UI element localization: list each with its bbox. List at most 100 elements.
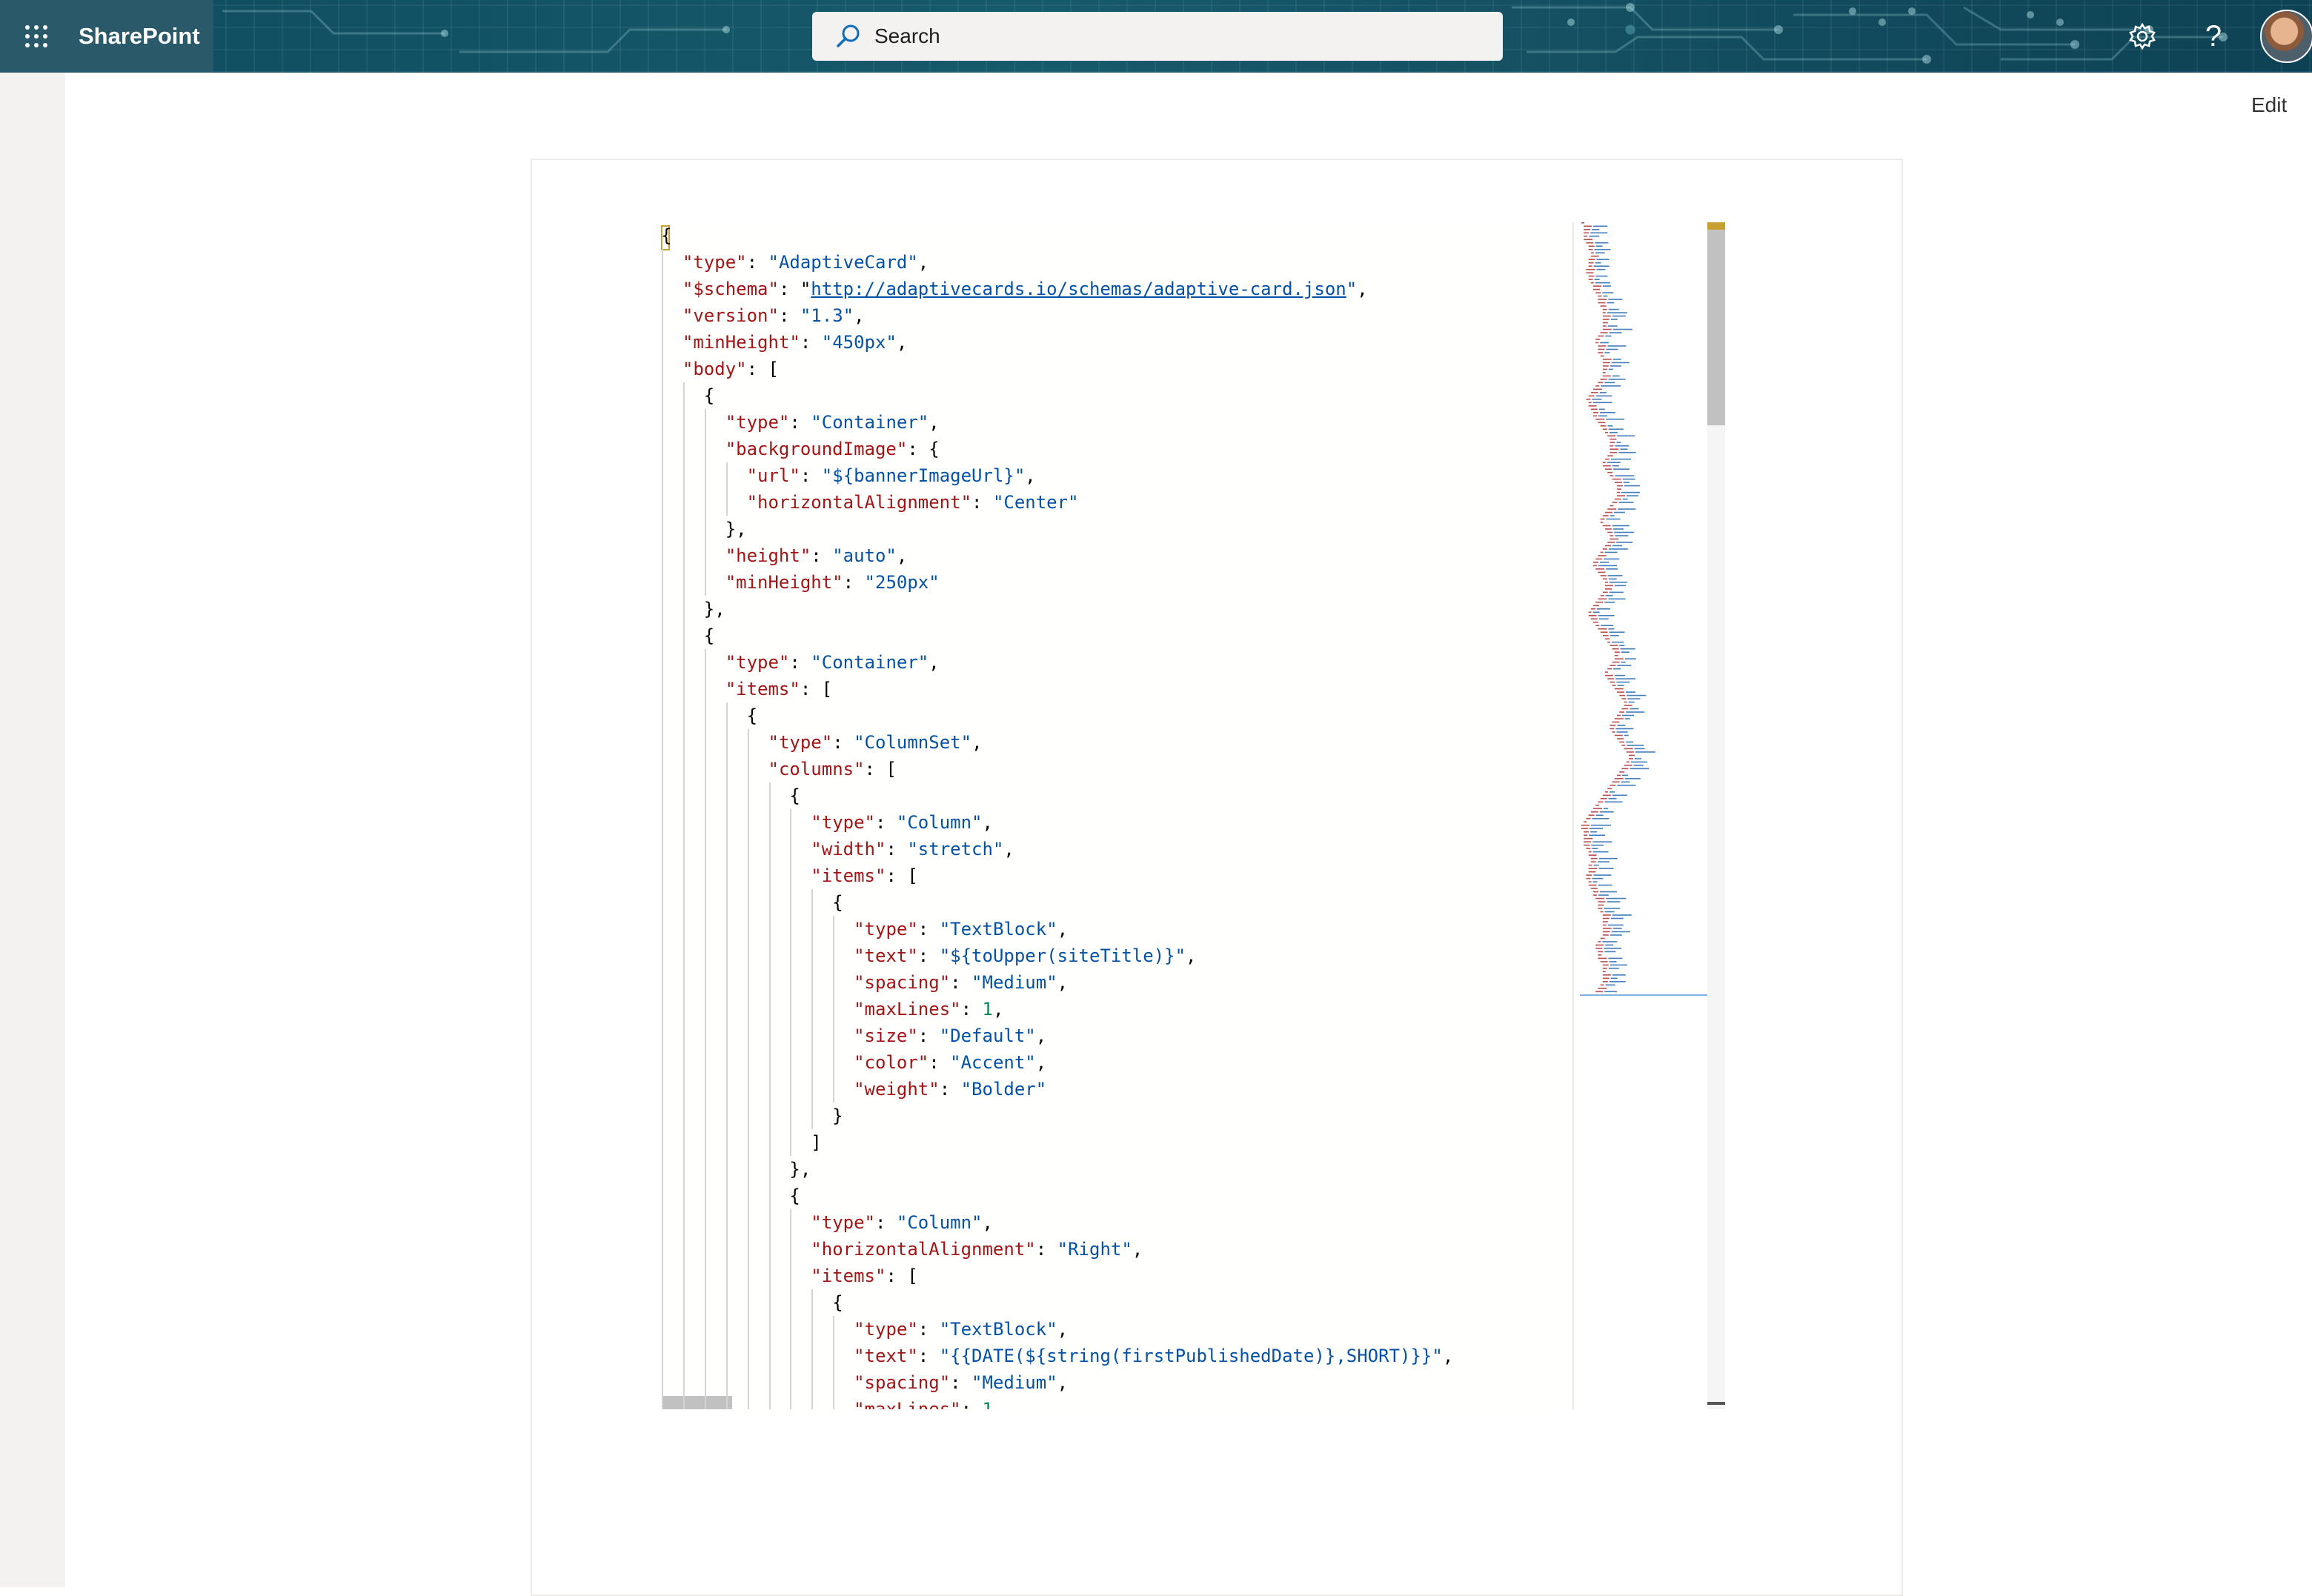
code-line[interactable]: "backgroundImage": { [725, 436, 940, 462]
json-value: "TextBlock" [939, 919, 1057, 940]
code-line[interactable]: }, [789, 1156, 811, 1183]
code-line[interactable]: "minHeight": "450px", [682, 329, 907, 356]
code-line[interactable]: "text": "${toUpper(siteTitle)}", [854, 942, 1196, 969]
code-line[interactable]: "version": "1.3", [682, 302, 865, 329]
json-key: "width" [811, 839, 886, 859]
code-line[interactable]: "type": "Container", [725, 409, 940, 436]
json-punctuation: : [811, 545, 833, 566]
search-input[interactable]: Search [874, 24, 940, 48]
code-line[interactable]: "type": "Column", [811, 1209, 993, 1236]
user-avatar[interactable] [2260, 10, 2312, 63]
json-key: "url" [746, 465, 800, 486]
json-punctuation: : [800, 332, 822, 353]
json-key: "backgroundImage" [725, 439, 908, 459]
json-punctuation: : [950, 972, 972, 993]
code-line[interactable]: { [704, 382, 714, 409]
code-line[interactable]: "weight": "Bolder" [854, 1076, 1046, 1103]
json-key: "spacing" [854, 972, 951, 993]
code-line[interactable]: { [747, 702, 757, 729]
code-line[interactable]: "maxLines": 1, [854, 1396, 1003, 1409]
code-line[interactable]: "maxLines": 1, [854, 996, 1003, 1023]
code-line[interactable]: "type": "Column", [811, 809, 993, 836]
json-punctuation: , [929, 412, 940, 433]
code-line[interactable]: "minHeight": "250px" [725, 569, 940, 596]
schema-link[interactable]: http://adaptivecards.io/schemas/adaptive… [811, 279, 1346, 299]
settings-button[interactable] [2109, 0, 2176, 73]
code-line[interactable]: { [789, 1183, 800, 1209]
code-line[interactable]: "$schema": "http://adaptivecards.io/sche… [682, 276, 1368, 302]
json-key: "size" [854, 1025, 918, 1046]
code-line[interactable]: }, [704, 596, 725, 622]
json-value: "Container" [811, 412, 929, 433]
json-punctuation: : [929, 1052, 951, 1073]
code-line[interactable]: { [661, 222, 671, 249]
horizontal-scrollbar-thumb[interactable] [662, 1396, 732, 1409]
json-punctuation: , [1035, 1052, 1047, 1073]
code-line[interactable]: { [832, 1289, 843, 1316]
json-key: "type" [682, 252, 747, 273]
json-key: "items" [811, 865, 886, 886]
code-line[interactable]: "text": "{{DATE(${string(firstPublishedD… [854, 1343, 1453, 1369]
code-line[interactable]: "type": "ColumnSet", [768, 729, 983, 756]
indent-guide [747, 729, 749, 1409]
json-key: "type" [854, 1319, 918, 1340]
json-value: "${toUpper(siteTitle)}" [939, 945, 1186, 966]
code-line[interactable]: "horizontalAlignment": "Right", [811, 1236, 1143, 1263]
indent-guide [790, 809, 792, 1156]
json-key: "items" [811, 1266, 886, 1286]
json-punctuation: : [1035, 1239, 1057, 1260]
left-app-bar [0, 73, 65, 1587]
search-box[interactable]: Search [812, 12, 1503, 61]
json-value: "1.3" [800, 305, 854, 326]
json-key: "type" [811, 812, 875, 833]
code-line[interactable]: "body": [ [682, 356, 779, 382]
edit-button[interactable]: Edit [2251, 93, 2287, 117]
json-value: "450px" [821, 332, 897, 353]
code-line[interactable]: "size": "Default", [854, 1023, 1046, 1049]
code-line[interactable]: "items": [ [811, 1263, 918, 1289]
code-line[interactable]: "items": [ [811, 862, 918, 889]
indent-guide [682, 382, 685, 1409]
vertical-scrollbar-thumb[interactable] [1707, 222, 1725, 425]
code-line[interactable]: "height": "auto", [725, 542, 908, 569]
code-line[interactable]: "spacing": "Medium", [854, 1369, 1068, 1396]
code-line[interactable]: "spacing": "Medium", [854, 969, 1068, 996]
code-line[interactable]: ] [811, 1129, 821, 1156]
json-key: "horizontalAlignment" [811, 1239, 1036, 1260]
json-value: "Column" [896, 812, 983, 833]
code-line[interactable]: } [832, 1103, 843, 1129]
code-line[interactable]: "type": "TextBlock", [854, 1316, 1068, 1343]
code-line[interactable]: "type": "AdaptiveCard", [682, 249, 929, 276]
code-line[interactable]: "type": "Container", [725, 649, 940, 676]
json-punctuation: : [746, 252, 768, 273]
code-line[interactable]: "horizontalAlignment": "Center" [747, 489, 1079, 516]
code-line[interactable]: "items": [ [725, 676, 833, 702]
json-punctuation: , [1025, 465, 1036, 486]
json-punctuation: : [778, 305, 800, 326]
app-launcher-button[interactable] [0, 0, 73, 73]
json-key: "minHeight" [725, 572, 843, 593]
json-punctuation: ] [811, 1132, 822, 1153]
help-button[interactable]: ? [2180, 0, 2247, 73]
minimap[interactable] [1572, 222, 1725, 1409]
code-line[interactable]: "color": "Accent", [854, 1049, 1046, 1076]
code-line[interactable]: { [789, 782, 800, 809]
code-line[interactable]: }, [725, 516, 747, 542]
code-line[interactable]: "url": "${bannerImageUrl}", [747, 462, 1036, 489]
json-value: "{{DATE(${string(firstPublishedDate)},SH… [939, 1346, 1443, 1366]
json-key: "minHeight" [682, 332, 800, 353]
json-punctuation: : [875, 1212, 897, 1233]
json-value: "Medium" [971, 1372, 1057, 1393]
code-editor[interactable]: { "type": "AdaptiveCard", "$schema": "http… [661, 222, 1725, 1409]
code-line[interactable]: "width": "stretch", [811, 836, 1014, 862]
indent-guide [704, 409, 706, 596]
json-punctuation: : [917, 919, 940, 940]
app-name-link[interactable]: SharePoint [73, 0, 213, 73]
json-punctuation: }, [789, 1159, 811, 1180]
code-lines-area[interactable]: { "type": "AdaptiveCard", "$schema": "http… [661, 222, 1567, 1409]
code-line[interactable]: "type": "TextBlock", [854, 916, 1068, 942]
json-punctuation: : [ [886, 1266, 918, 1286]
code-line[interactable]: "columns": [ [768, 756, 897, 782]
code-line[interactable]: { [832, 889, 843, 916]
code-line[interactable]: { [704, 622, 714, 649]
